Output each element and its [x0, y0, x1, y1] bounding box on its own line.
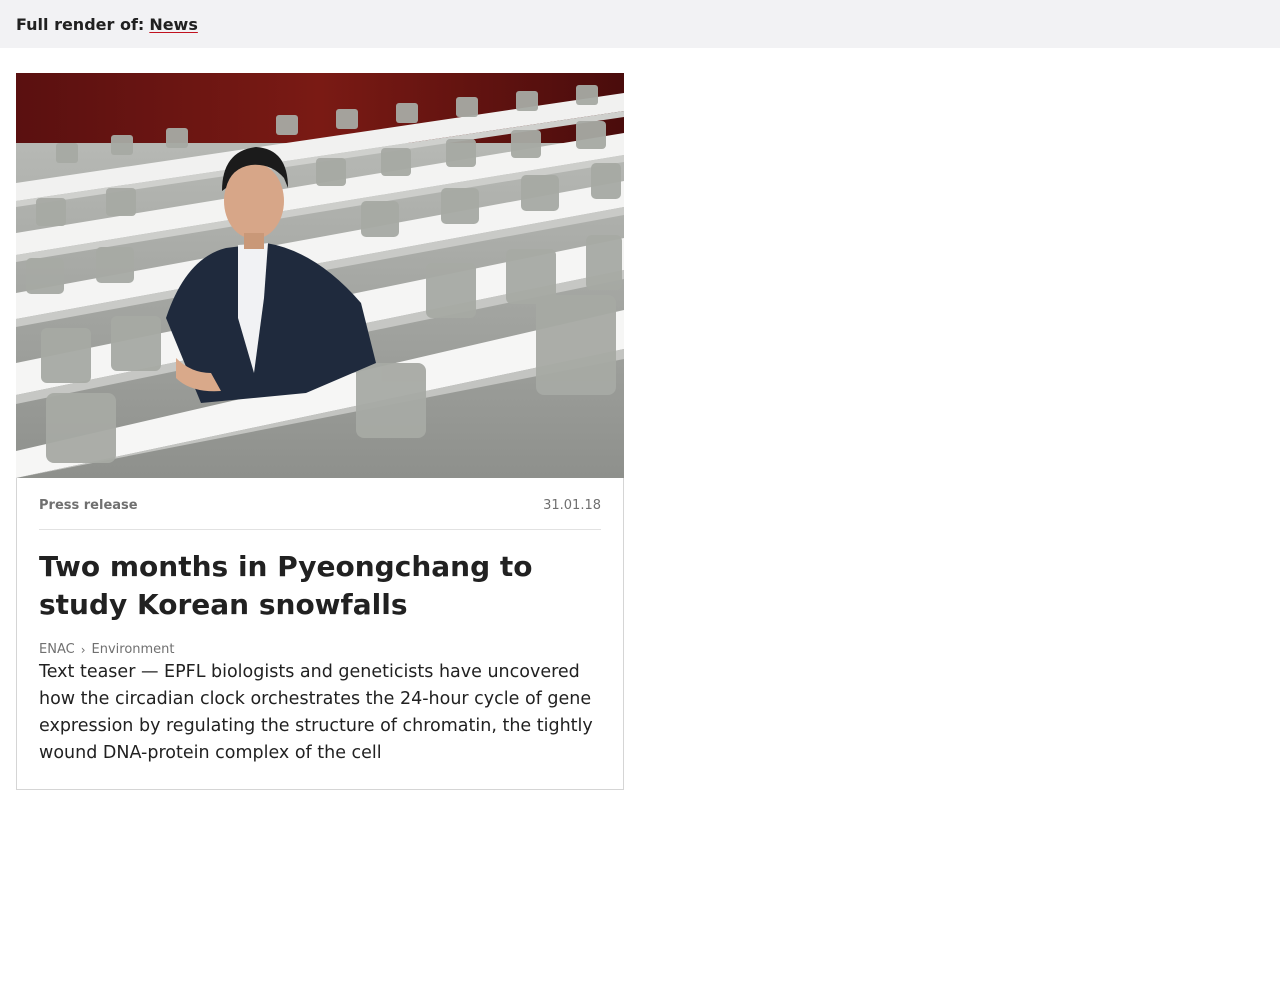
news-link[interactable]: News: [149, 15, 198, 34]
render-label: Full render of:: [16, 14, 145, 34]
article-title[interactable]: Two months in Pyeongchang to study Korea…: [39, 548, 601, 624]
breadcrumb-item-enac[interactable]: ENAC: [39, 642, 75, 657]
news-card[interactable]: Press release 31.01.18 Two months in Pye…: [16, 73, 624, 790]
breadcrumb-item-environment[interactable]: Environment: [92, 642, 175, 657]
publish-date: 31.01.18: [543, 498, 601, 513]
article-teaser: Text teaser — EPFL biologists and geneti…: [39, 662, 593, 763]
card-body: Press release 31.01.18 Two months in Pye…: [17, 478, 623, 789]
breadcrumb: ENAC › Environment: [39, 642, 601, 657]
render-header: Full render of: News: [0, 0, 1280, 48]
chevron-right-icon: ›: [80, 642, 86, 657]
article-type-label: Press release: [39, 498, 138, 513]
card-photo[interactable]: [16, 73, 624, 478]
card-meta: Press release 31.01.18: [39, 498, 601, 530]
